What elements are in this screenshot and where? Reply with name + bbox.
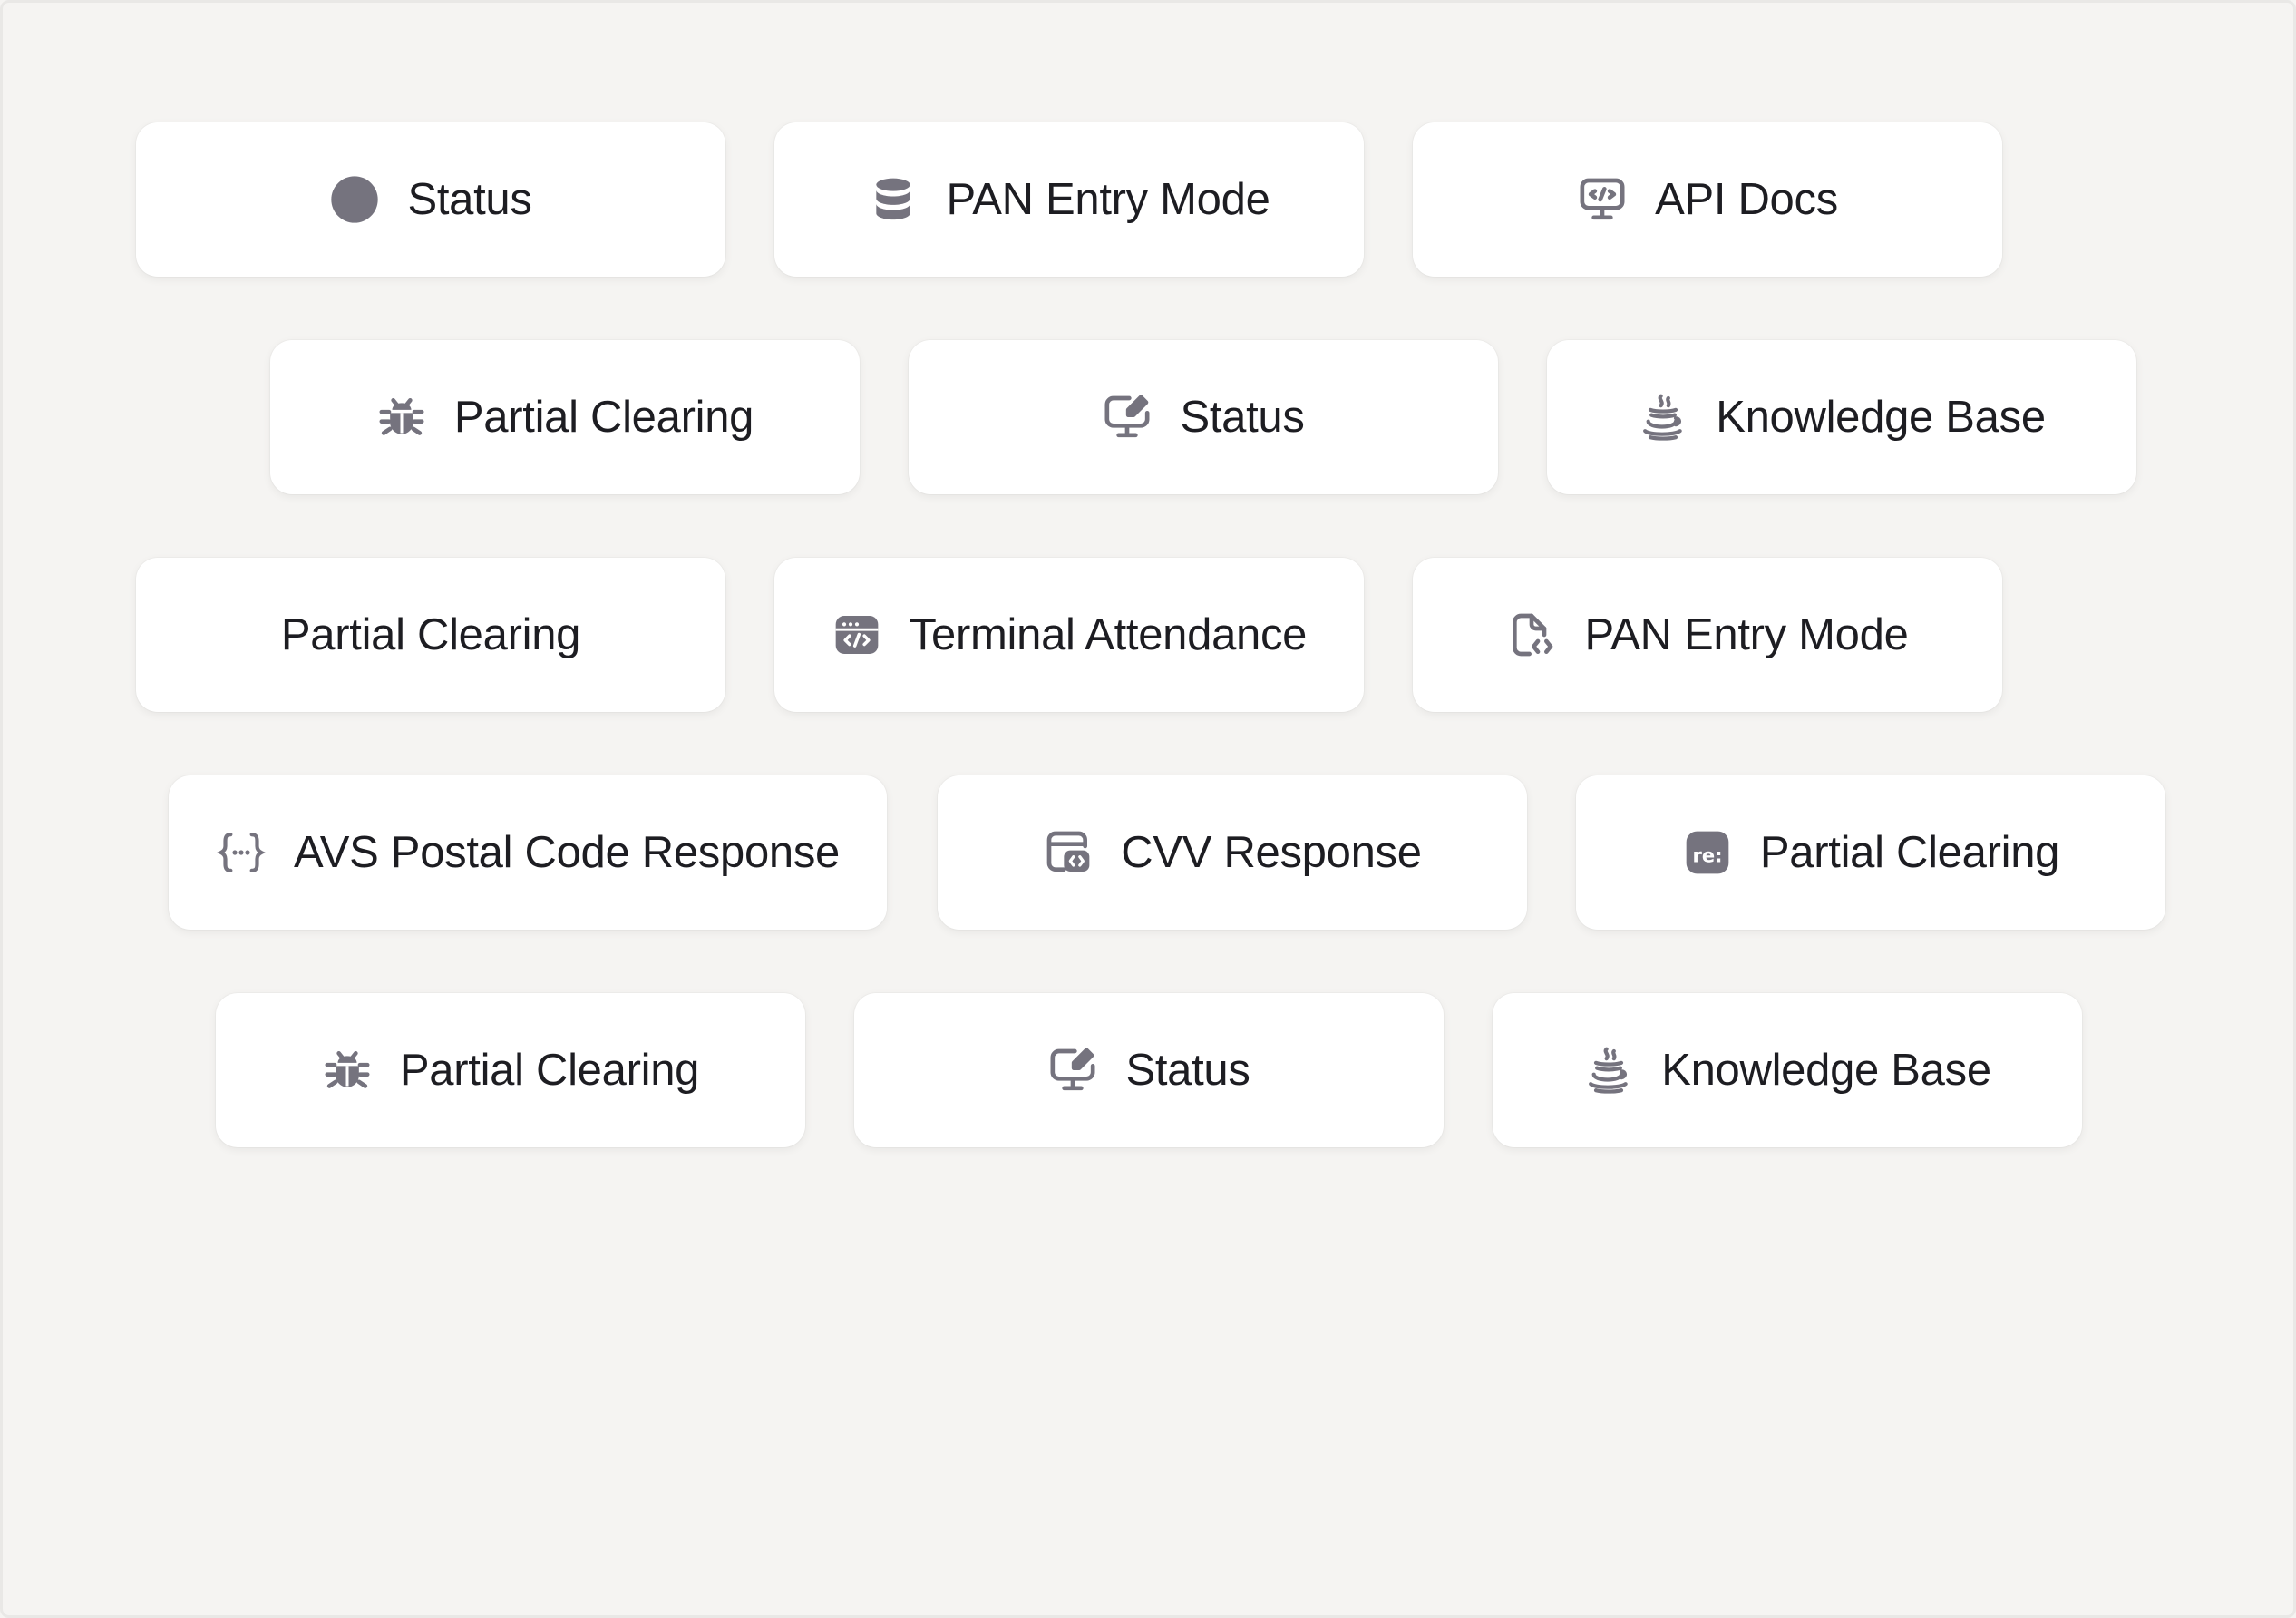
database-icon [868,174,919,225]
chip-label: Knowledge Base [1661,1046,1991,1095]
chip-knowledge-base[interactable]: Knowledge Base [1547,340,2136,494]
svg-text:re:: re: [1692,845,1722,867]
chip-partial-clearing[interactable]: Partial Clearing [136,558,725,712]
chip-label: Partial Clearing [280,610,581,659]
chip-label: AVS Postal Code Response [293,828,841,877]
chip-pan-entry-mode[interactable]: PAN Entry Mode [774,122,1364,277]
chip-avs-postal-code-response[interactable]: AVS Postal Code Response [169,775,887,930]
java-cup-icon [1583,1045,1634,1096]
braces-dots-icon [216,827,267,878]
chip-cvv-response[interactable]: CVV Response [938,775,1527,930]
chip-terminal-attendance[interactable]: Terminal Attendance [774,558,1364,712]
monitor-code-icon [1577,174,1628,225]
bug-icon [322,1045,373,1096]
chip-label: Status [1125,1046,1250,1095]
chip-partial-clearing[interactable]: re: Partial Clearing [1576,775,2165,930]
chip-status[interactable]: Status [136,122,725,277]
bug-icon [376,392,427,443]
chip-label: Partial Clearing [399,1046,700,1095]
chip-label: Terminal Attendance [909,610,1308,659]
window-code-icon [1043,827,1094,878]
browser-code-icon [832,609,882,660]
chip-status[interactable]: Status [854,993,1444,1147]
chip-partial-clearing[interactable]: Partial Clearing [216,993,805,1147]
java-cup-icon [1638,392,1688,443]
chip-label: Knowledge Base [1716,393,2046,442]
chip-status[interactable]: Status [909,340,1498,494]
chip-label: PAN Entry Mode [946,175,1270,224]
chip-label: CVV Response [1121,828,1422,877]
chip-pan-entry-mode[interactable]: PAN Entry Mode [1413,558,2002,712]
chip-label: Partial Clearing [453,393,754,442]
file-code-icon [1506,609,1557,660]
chip-label: API Docs [1655,175,1838,224]
chip-label: PAN Entry Mode [1584,610,1909,659]
chip-label: Status [1180,393,1305,442]
chip-api-docs[interactable]: API Docs [1413,122,2002,277]
chip-partial-clearing[interactable]: Partial Clearing [270,340,860,494]
chip-label: Partial Clearing [1759,828,2060,877]
chip-label: Status [407,175,532,224]
regex-icon: re: [1682,827,1733,878]
chip-knowledge-base[interactable]: Knowledge Base [1493,993,2082,1147]
chip-board: Status PAN Entry Mode API Docs Partial C… [0,0,2296,1618]
circle-icon [329,174,380,225]
monitor-edit-icon [1102,392,1153,443]
monitor-edit-icon [1047,1045,1098,1096]
